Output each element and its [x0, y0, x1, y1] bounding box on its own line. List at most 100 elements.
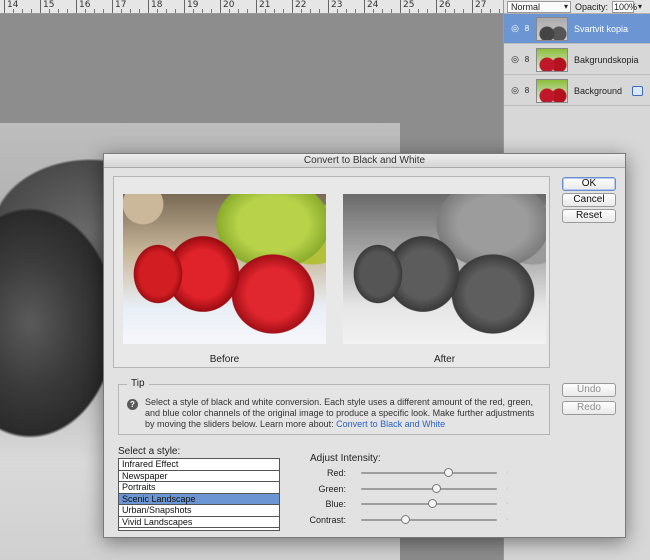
- layer-row[interactable]: ◎ 8 Background: [504, 76, 650, 106]
- style-list-item[interactable]: Scenic Landscape: [119, 493, 279, 505]
- after-label: After: [433, 354, 456, 365]
- after-preview-image: [343, 194, 546, 344]
- blend-mode-select[interactable]: Normal: [507, 0, 571, 13]
- ruler-minor-tick: [427, 9, 428, 13]
- help-icon: ?: [127, 399, 138, 410]
- style-list[interactable]: Infrared Effect Newspaper Portraits Scenic …: [118, 458, 280, 531]
- ruler-minor-tick: [346, 9, 347, 13]
- learn-more-link[interactable]: Convert to Black and White: [336, 419, 445, 429]
- ruler-minor-tick: [418, 9, 419, 13]
- ruler-minor-tick: [175, 9, 176, 13]
- ruler-tick-label: 15: [40, 0, 54, 13]
- style-list-label: Select a style:: [118, 446, 181, 457]
- style-list-item[interactable]: Portraits: [119, 482, 279, 494]
- link-chain-icon[interactable]: 8: [522, 86, 532, 95]
- intensity-slider-row: Contrast: ·: [309, 514, 510, 526]
- slider-track[interactable]: [361, 518, 497, 521]
- ruler-tick-label: 23: [328, 0, 342, 13]
- ruler-minor-tick: [454, 9, 455, 13]
- ruler-minor-tick: [310, 9, 311, 13]
- layer-thumbnail: [536, 47, 568, 72]
- ruler-minor-tick: [166, 9, 167, 13]
- ruler-minor-tick: [139, 9, 140, 13]
- convert-bw-dialog: Convert to Black and White Before After …: [103, 153, 626, 538]
- slider-track[interactable]: [361, 487, 497, 490]
- slider-knob[interactable]: [444, 468, 454, 477]
- opacity-label: Opacity:: [575, 1, 609, 12]
- ruler-minor-tick: [202, 9, 203, 13]
- ruler-tick-label: 20: [220, 0, 234, 13]
- ruler-tick-label: 24: [364, 0, 378, 13]
- slider-end-mark: ·: [506, 469, 509, 476]
- ruler-tick-label: 16: [76, 0, 90, 13]
- style-list-item[interactable]: Urban/Snapshots: [119, 505, 279, 517]
- ruler-minor-tick: [31, 9, 32, 13]
- ruler-minor-tick: [238, 9, 239, 13]
- slider-label: Contrast:: [309, 514, 346, 525]
- ok-button[interactable]: OK: [562, 177, 616, 191]
- ruler-minor-tick: [391, 9, 392, 13]
- ruler-minor-tick: [355, 9, 356, 13]
- link-chain-icon[interactable]: 8: [522, 24, 532, 33]
- ruler-minor-tick: [301, 9, 302, 13]
- redo-button[interactable]: Redo: [562, 401, 616, 415]
- ruler-minor-tick: [130, 9, 131, 13]
- ruler-minor-tick: [67, 9, 68, 13]
- ruler-minor-tick: [121, 9, 122, 13]
- style-list-item[interactable]: Infrared Effect: [119, 459, 279, 471]
- ruler-minor-tick: [463, 9, 464, 13]
- tip-box: Tip ? Select a style of black and white …: [118, 378, 550, 435]
- cancel-button[interactable]: Cancel: [562, 193, 616, 207]
- layer-row[interactable]: ◎ 8 Svartvit kopia: [504, 14, 650, 44]
- link-chain-icon[interactable]: 8: [522, 55, 532, 64]
- opacity-dropdown-icon[interactable]: ▾: [638, 2, 642, 11]
- style-list-item[interactable]: Vivid Landscapes: [119, 517, 279, 528]
- ruler-minor-tick: [373, 9, 374, 13]
- ruler-minor-tick: [85, 9, 86, 13]
- slider-track[interactable]: [361, 472, 497, 474]
- ruler-minor-tick: [490, 9, 491, 13]
- layer-thumbnail: [536, 16, 568, 41]
- layer-name: Svartvit kopia: [574, 23, 629, 34]
- ruler-minor-tick: [319, 9, 320, 13]
- ruler-minor-tick: [247, 9, 248, 13]
- slider-end-mark: ·: [506, 500, 509, 507]
- adjust-intensity-label: Adjust Intensity:: [310, 453, 381, 464]
- visibility-eye-icon[interactable]: ◎: [508, 54, 522, 65]
- slider-label: Blue:: [325, 499, 346, 509]
- ruler-minor-tick: [103, 9, 104, 13]
- ruler-minor-tick: [193, 9, 194, 13]
- ruler-minor-tick: [409, 9, 410, 13]
- tip-title: Tip: [127, 378, 149, 389]
- ruler-tick-label: 22: [292, 0, 306, 13]
- ruler-tick-label: 26: [436, 0, 450, 13]
- horizontal-ruler: 14 15 16 17 18 19 20 21 22 23 24 25 26 27: [0, 0, 503, 14]
- visibility-eye-icon[interactable]: ◎: [508, 23, 522, 34]
- ruler-minor-tick: [445, 9, 446, 13]
- slider-knob[interactable]: [427, 499, 437, 508]
- style-list-item[interactable]: Newspaper: [119, 471, 279, 482]
- intensity-slider-row: Red: ·: [310, 467, 510, 479]
- slider-knob[interactable]: [431, 483, 441, 493]
- preview-panel: Before After: [113, 176, 550, 368]
- layer-row[interactable]: ◎ 8 Bakgrundskopia: [504, 45, 650, 75]
- opacity-input[interactable]: 100%: [612, 0, 637, 13]
- ruler-tick-label: 21: [256, 0, 270, 13]
- slider-knob[interactable]: [400, 514, 410, 524]
- ruler-minor-tick: [94, 9, 95, 13]
- ruler-minor-tick: [211, 9, 212, 13]
- layer-name: Background: [574, 85, 623, 96]
- ruler-minor-tick: [382, 9, 383, 13]
- reset-button[interactable]: Reset: [562, 209, 616, 223]
- ruler-minor-tick: [49, 9, 50, 13]
- undo-button[interactable]: Undo: [562, 383, 616, 397]
- visibility-eye-icon[interactable]: ◎: [508, 85, 522, 96]
- ruler-minor-tick: [499, 9, 500, 13]
- before-label: Before: [209, 354, 240, 365]
- ruler-minor-tick: [22, 9, 23, 13]
- ruler-tick-label: 25: [400, 0, 414, 13]
- intensity-slider-row: Blue: ·: [310, 498, 510, 510]
- slider-end-mark: ·: [506, 515, 509, 523]
- intensity-slider-row: Green: ·: [310, 483, 510, 495]
- ruler-minor-tick: [337, 9, 338, 13]
